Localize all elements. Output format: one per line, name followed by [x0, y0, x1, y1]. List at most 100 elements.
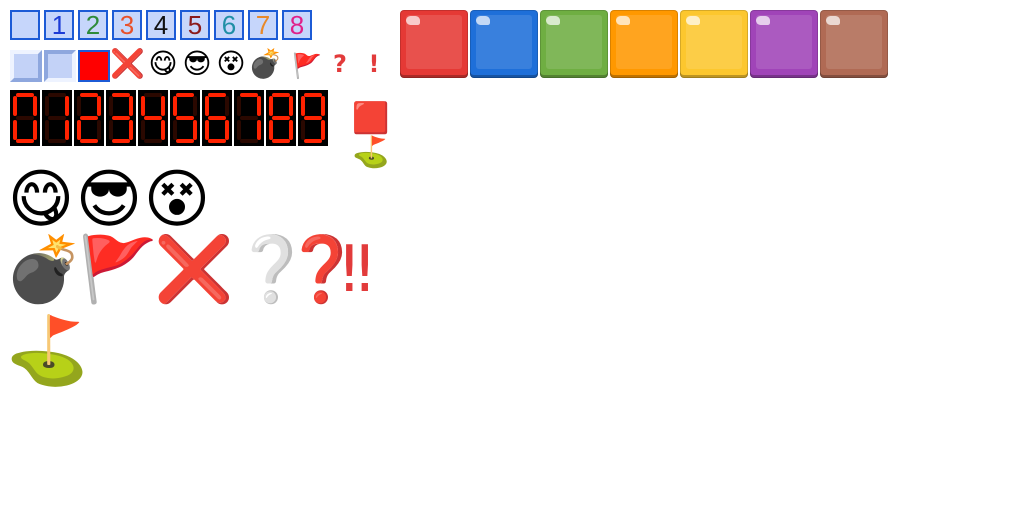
- lcd-segment: [173, 96, 177, 116]
- lcd-segment: [16, 116, 34, 120]
- tile-8[interactable]: 8: [282, 10, 312, 40]
- question-icon-small: ?: [333, 50, 347, 78]
- tile-number: 7: [255, 10, 271, 40]
- flag-icon-small: 🚩: [292, 52, 322, 80]
- double-exclamation-icon: ‼: [341, 233, 373, 307]
- face-yum-icon[interactable]: 😋: [6, 168, 76, 232]
- tile-3[interactable]: 3: [112, 10, 142, 40]
- lcd-segment: [304, 139, 322, 143]
- color-block[interactable]: [610, 10, 678, 78]
- lcd-digit-0: [10, 90, 40, 146]
- lcd-segment: [193, 120, 197, 140]
- face-cool-icon[interactable]: 😎: [74, 168, 144, 232]
- tile-1[interactable]: 1: [44, 10, 74, 40]
- lcd-segment: [77, 120, 81, 140]
- lcd-segment: [240, 139, 258, 143]
- lcd-segment: [301, 120, 305, 140]
- lcd-segment: [173, 120, 177, 140]
- lcd-segment: [16, 139, 34, 143]
- lcd-segment: [109, 120, 113, 140]
- lcd-segment: [208, 93, 226, 97]
- lcd-segment: [45, 96, 49, 116]
- tile-pressed[interactable]: [44, 50, 76, 82]
- lcd-segment: [13, 96, 17, 116]
- tile-number: 8: [289, 10, 305, 40]
- white-question-icon: ❔: [232, 233, 312, 307]
- lcd-segment: [304, 116, 322, 120]
- lcd-segment: [237, 120, 241, 140]
- lcd-segment: [80, 93, 98, 97]
- bomb-icon: 💣: [4, 233, 84, 307]
- lcd-segment: [65, 96, 69, 116]
- lcd-segment: [176, 116, 194, 120]
- lcd-segment: [176, 93, 194, 97]
- face-cool-icon-small[interactable]: 😎: [180, 50, 214, 78]
- golf-flag-icon-small: ⛳: [352, 135, 390, 170]
- tile-number: 4: [153, 10, 169, 40]
- tile-number: 3: [119, 10, 135, 40]
- lcd-segment: [13, 120, 17, 140]
- golf-flag-icon: ⛳: [6, 312, 89, 389]
- face-dizzy-icon[interactable]: 😵: [142, 168, 212, 232]
- cross-icon: ❌: [154, 233, 234, 307]
- lcd-segment: [225, 96, 229, 116]
- lcd-segment: [237, 96, 241, 116]
- color-block[interactable]: [820, 10, 888, 78]
- lcd-segment: [141, 96, 145, 116]
- lcd-segment: [269, 96, 273, 116]
- lcd-segment: [141, 120, 145, 140]
- lcd-segment: [112, 116, 130, 120]
- lcd-segment: [304, 93, 322, 97]
- tile-number: 5: [187, 10, 203, 40]
- tile-6[interactable]: 6: [214, 10, 244, 40]
- lcd-segment: [208, 116, 226, 120]
- lcd-segment: [16, 93, 34, 97]
- tile-blank[interactable]: [10, 10, 40, 40]
- lcd-segment: [144, 116, 162, 120]
- lcd-digit-3: [106, 90, 136, 146]
- bomb-icon-small: 💣: [248, 47, 283, 80]
- color-block[interactable]: [680, 10, 748, 78]
- lcd-segment: [289, 120, 293, 140]
- lcd-segment: [45, 120, 49, 140]
- lcd-segment: [257, 96, 261, 116]
- tile-number: 2: [85, 10, 101, 40]
- lcd-segment: [129, 120, 133, 140]
- lcd-segment: [321, 120, 325, 140]
- lcd-segment: [240, 116, 258, 120]
- lcd-segment: [269, 120, 273, 140]
- exclaim-icon-small: !: [368, 50, 380, 78]
- color-block[interactable]: [470, 10, 538, 78]
- lcd-segment: [161, 120, 165, 140]
- color-block[interactable]: [750, 10, 818, 78]
- lcd-segment: [48, 116, 66, 120]
- tile-7[interactable]: 7: [248, 10, 278, 40]
- face-dizzy-icon-small[interactable]: 😵: [214, 50, 248, 78]
- lcd-digit-2: [74, 90, 104, 146]
- lcd-segment: [129, 96, 133, 116]
- lcd-segment: [65, 120, 69, 140]
- lcd-digit-1: [42, 90, 72, 146]
- color-block[interactable]: [400, 10, 468, 78]
- tile-4[interactable]: 4: [146, 10, 176, 40]
- lcd-segment: [112, 93, 130, 97]
- tile-number: 1: [51, 10, 67, 40]
- lcd-digit-5: [170, 90, 200, 146]
- face-yum-icon-small[interactable]: 😋: [146, 50, 180, 78]
- lcd-segment: [193, 96, 197, 116]
- tile-raised[interactable]: [10, 50, 42, 82]
- tile-2[interactable]: 2: [78, 10, 108, 40]
- lcd-segment: [48, 93, 66, 97]
- lcd-segment: [112, 139, 130, 143]
- lcd-segment: [240, 93, 258, 97]
- lcd-segment: [205, 96, 209, 116]
- lcd-digit-9: [298, 90, 328, 146]
- lcd-segment: [225, 120, 229, 140]
- lcd-segment: [272, 116, 290, 120]
- lcd-digit-8: [266, 90, 296, 146]
- tile-5[interactable]: 5: [180, 10, 210, 40]
- tile-exploded[interactable]: [78, 50, 110, 82]
- lcd-segment: [48, 139, 66, 143]
- lcd-segment: [161, 96, 165, 116]
- color-block[interactable]: [540, 10, 608, 78]
